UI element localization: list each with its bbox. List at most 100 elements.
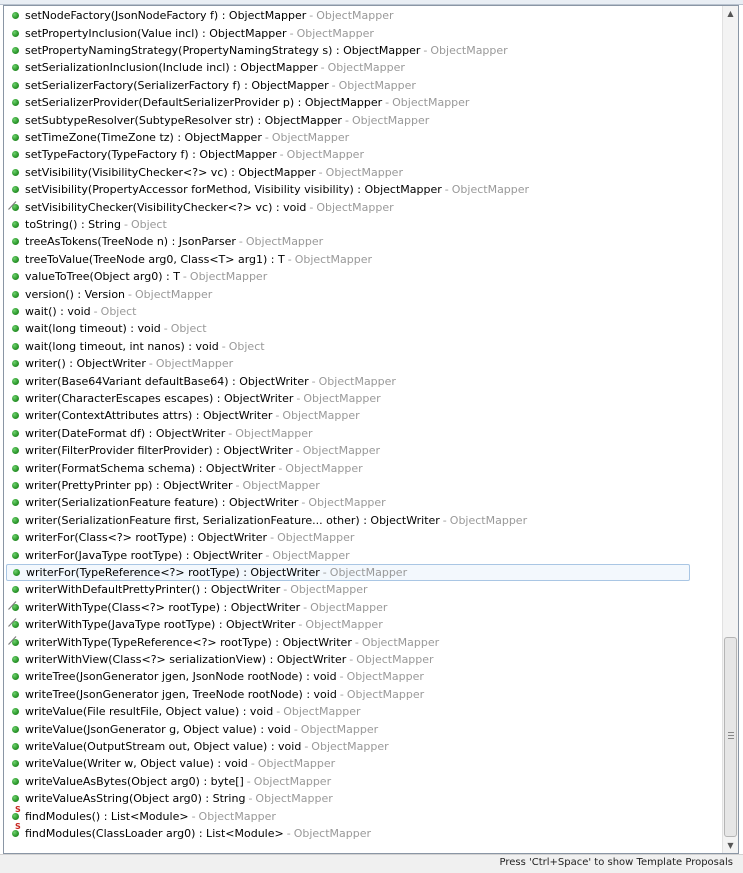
proposal-item[interactable]: version() : Version - ObjectMapper [6,285,690,302]
proposal-item-selected[interactable]: writerFor(TypeReference<?> rootType) : O… [6,563,690,582]
public-method-icon [12,447,19,455]
public-method-icon [12,586,19,594]
proposal-item[interactable]: setSerializerProvider(DefaultSerializerP… [6,94,690,111]
proposal-item[interactable]: writer(CharacterEscapes escapes) : Objec… [6,390,690,407]
proposal-item[interactable]: writerWithType(Class<?> rootType) : Obje… [6,599,690,616]
proposal-item[interactable]: writer(ContextAttributes attrs) : Object… [6,407,690,424]
proposal-item[interactable]: writeValue(Writer w, Object value) : voi… [6,755,690,772]
public-method-icon [13,568,20,576]
proposal-item[interactable]: writerFor(Class<?> rootType) : ObjectWri… [6,529,690,546]
public-method-icon [12,325,19,333]
proposal-item[interactable]: setSerializationInclusion(Include incl) … [6,59,690,76]
proposal-separator: - [278,461,283,475]
proposal-item[interactable]: writer(SerializationFeature first, Seria… [6,512,690,529]
proposal-item[interactable]: SfindModules() : List<Module> - ObjectMapp… [6,805,690,824]
public-method-icon [12,151,19,159]
proposal-declaring-type: ObjectMapper [257,757,336,771]
scrollbar-thumb[interactable] [724,637,737,837]
proposal-item[interactable]: setVisibility(VisibilityChecker<?> vc) :… [6,164,690,181]
proposal-signature: findModules() : List<Module> [25,809,189,823]
proposal-separator: - [289,26,294,40]
proposal-item[interactable]: writeValueAsBytes(Object arg0) : byte[] -… [6,773,690,790]
proposal-declaring-type: ObjectMapper [285,461,363,475]
proposal-item[interactable]: writeValue(OutputStream out, Object valu… [6,738,690,755]
proposal-declaring-type: ObjectMapper [272,548,350,562]
proposal-item[interactable]: setTypeFactory(TypeFactory f) : ObjectMa… [6,146,690,163]
proposal-item[interactable]: setVisibilityChecker(VisibilityChecker<?… [6,198,690,215]
proposal-signature: writer(Base64Variant defaultBase64) : Ob… [25,374,309,388]
proposal-declaring-type: ObjectMapper [311,739,389,753]
proposal-signature: writer(FormatSchema schema) : ObjectWrit… [25,461,276,475]
proposal-item[interactable]: wait(long timeout) : void - Object [6,320,690,337]
proposal-declaring-type: ObjectMapper [135,287,213,301]
proposal-declaring-type: ObjectMapper [198,809,276,823]
proposal-item[interactable]: writerWithType(JavaType rootType) : Obje… [6,616,690,633]
public-method-icon [12,12,19,20]
proposal-item[interactable]: writer(DateFormat df) : ObjectWriter - Obj… [6,425,690,442]
proposal-item[interactable]: setNodeFactory(JsonNodeFactory f) : Obje… [6,7,690,24]
proposal-signature: writeTree(JsonGenerator jgen, TreeNode r… [25,687,337,701]
proposal-item[interactable]: writer(Base64Variant defaultBase64) : Ob… [6,372,690,389]
proposal-item[interactable]: toString() : String - Object [6,216,690,233]
proposal-item[interactable]: setSerializerFactory(SerializerFactory f… [6,77,690,94]
proposal-signature: setVisibilityChecker(VisibilityChecker<?… [25,200,307,214]
public-method-icon [12,360,19,368]
proposal-separator: - [296,391,301,405]
proposal-declaring-type: ObjectMapper [329,565,408,579]
proposal-item[interactable]: writeTree(JsonGenerator jgen, TreeNode r… [6,686,690,703]
proposal-signature: writerWithDefaultPrettyPrinter() : Objec… [25,583,281,597]
proposal-declaring-type: ObjectMapper [430,43,508,57]
proposal-item[interactable]: writeValue(File resultFile, Object value… [6,703,690,720]
proposal-item[interactable]: writerWithType(TypeReference<?> rootType… [6,633,690,650]
scroll-up-arrow-icon[interactable]: ▲ [723,6,738,21]
proposal-item[interactable]: writerWithView(Class<?> serializationVie… [6,651,690,668]
proposal-item[interactable]: writeValueAsString(Object arg0) : String… [6,790,690,807]
proposal-item[interactable]: setVisibility(PropertyAccessor forMethod… [6,181,690,198]
proposal-item[interactable]: treeToValue(TreeNode arg0, Class<T> arg1… [6,251,690,268]
proposal-declaring-type: ObjectMapper [277,531,355,545]
proposal-separator: - [331,78,336,92]
proposal-signature: writeValueAsBytes(Object arg0) : byte[] [25,774,244,788]
proposal-declaring-type: ObjectMapper [271,130,350,144]
proposal-item[interactable]: writerFor(JavaType rootType) : ObjectWri… [6,546,690,563]
proposal-item[interactable]: valueToTree(Object arg0) : T - ObjectMappe… [6,268,690,285]
proposal-separator: - [293,722,298,736]
public-method-icon [12,81,19,89]
proposal-separator: - [228,426,233,440]
proposal-separator: - [235,478,240,492]
proposal-item[interactable]: writer(PrettyPrinter pp) : ObjectWriter -… [6,477,690,494]
proposal-signature: toString() : String [25,217,121,231]
proposal-separator: - [238,235,243,249]
proposal-item[interactable]: setTimeZone(TimeZone tz) : ObjectMapper -… [6,129,690,146]
proposal-declaring-type: ObjectMapper [327,61,405,75]
proposal-item[interactable]: writer(SerializationFeature feature) : O… [6,494,690,511]
proposal-signature: setVisibility(VisibilityChecker<?> vc) :… [25,165,316,179]
proposal-item[interactable]: writeTree(JsonGenerator jgen, JsonNode r… [6,668,690,685]
proposal-signature: writer(SerializationFeature feature) : O… [25,496,299,510]
proposal-separator: - [182,270,187,284]
proposal-declaring-type: ObjectMapper [189,270,268,284]
proposal-item[interactable]: treeAsTokens(TreeNode n) : JsonParser - Ob… [6,233,690,250]
scroll-down-arrow-icon[interactable]: ▼ [723,838,738,853]
proposal-item[interactable]: writer(FormatSchema schema) : ObjectWrit… [6,459,690,476]
proposal-signature: writeValueAsString(Object arg0) : String [25,792,246,806]
proposal-item[interactable]: writeValue(JsonGenerator g, Object value… [6,720,690,737]
public-method-icon [12,534,19,542]
proposal-list[interactable]: setNodeFactory(JsonNodeFactory f) : Obje… [4,6,722,853]
proposal-item[interactable]: wait(long timeout, int nanos) : void - Obj… [6,338,690,355]
proposal-item[interactable]: writer() : ObjectWriter - ObjectMapper [6,355,690,372]
proposal-item[interactable]: wait() : void - Object [6,303,690,320]
proposal-separator: - [283,583,288,597]
proposal-declaring-type: ObjectMapper [346,687,425,701]
proposal-item[interactable]: setPropertyNamingStrategy(PropertyNaming… [6,42,690,59]
proposal-item[interactable]: setSubtypeResolver(SubtypeResolver str) … [6,111,690,128]
vertical-scrollbar[interactable]: ▲ ▼ [722,6,738,853]
proposal-declaring-type: ObjectMapper [290,583,368,597]
proposal-item[interactable]: writerWithDefaultPrettyPrinter() : Objec… [6,581,690,598]
proposal-declaring-type: Object [228,339,265,353]
proposal-declaring-type: ObjectMapper [255,792,333,806]
proposal-item[interactable]: setPropertyInclusion(Value incl) : Objec… [6,24,690,41]
proposal-item[interactable]: writer(FilterProvider filterProvider) : … [6,442,690,459]
public-method-icon [12,290,19,298]
proposal-item[interactable]: SfindModules(ClassLoader arg0) : List<Mo… [6,822,690,842]
